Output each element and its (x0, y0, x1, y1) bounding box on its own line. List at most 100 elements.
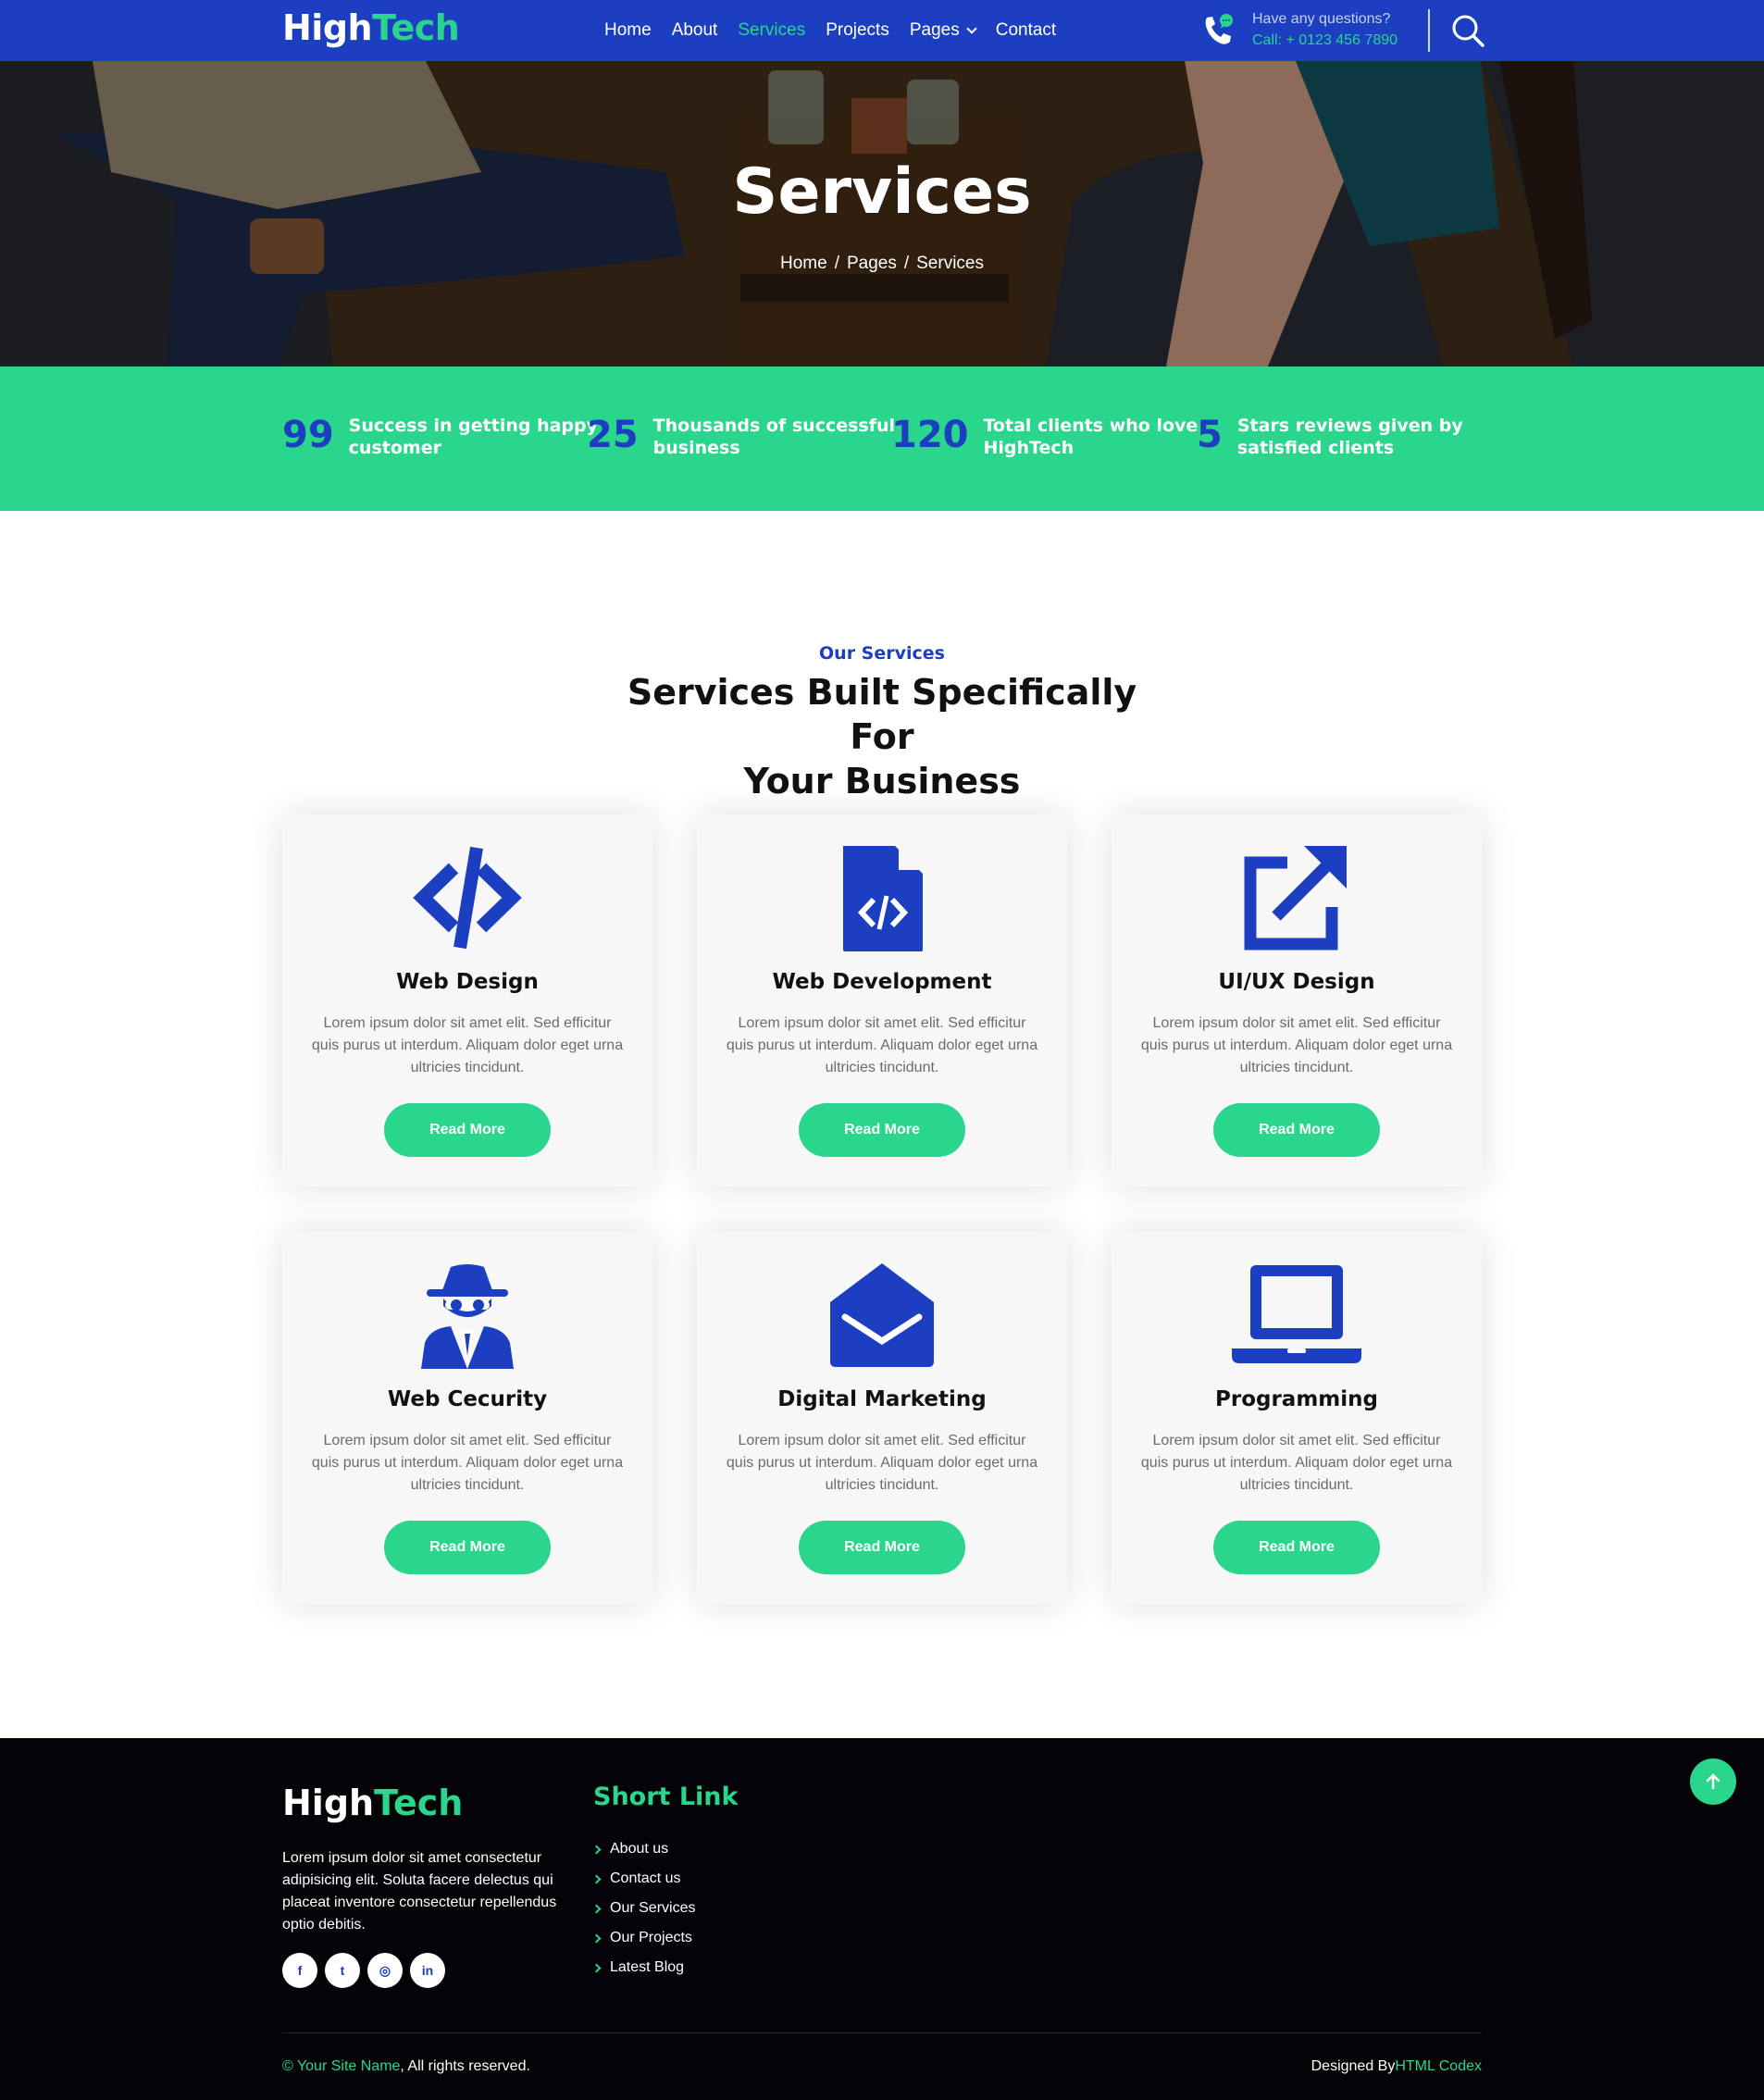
envelope-open-icon (817, 1260, 947, 1371)
arrow-up-icon (1706, 1773, 1721, 1790)
footer-link-about[interactable]: About us (591, 1834, 695, 1864)
designed-by-label: Designed By (1311, 2058, 1396, 2074)
contact-phone[interactable]: Call: + 0123 456 7890 (1252, 30, 1398, 52)
service-description: Lorem ipsum dolor sit amet elit. Sed eff… (1140, 1433, 1453, 1493)
hero-banner: Services Home / Pages / Services (0, 61, 1764, 367)
service-title: Web Cecurity (387, 1387, 548, 1411)
service-card: Web Cecurity Lorem ipsum dolor sit amet … (282, 1232, 652, 1604)
footer-link-projects[interactable]: Our Projects (591, 1923, 695, 1953)
service-description: Lorem ipsum dolor sit amet elit. Sed eff… (311, 1015, 624, 1075)
stat-item: 5 Stars reviews given by satisfied client… (1197, 415, 1463, 459)
spy-icon (403, 1260, 532, 1371)
external-link-icon (1232, 842, 1361, 953)
service-title: UI/UX Design (1218, 970, 1375, 994)
stat-item: 120 Total clients who love HighTech (891, 415, 1198, 459)
brand-logo-part2: Tech (372, 7, 460, 48)
footer-link-blog[interactable]: Latest Blog (591, 1953, 695, 1982)
contact-question: Have any questions? (1252, 11, 1391, 27)
nav-menu: Home About Services Projects Pages Conta… (604, 19, 1076, 43)
section-title: Services Built Specifically For Your Bus… (627, 672, 1137, 801)
search-icon[interactable] (1450, 13, 1485, 48)
stat-number: 5 (1197, 414, 1223, 456)
footer-link-services[interactable]: Our Services (591, 1894, 695, 1923)
footer-divider (282, 2032, 1482, 2033)
chevron-right-icon (591, 1845, 602, 1854)
stat-text: Stars reviews given by satisfied clients (1236, 416, 1463, 458)
phone-chat-icon (1199, 10, 1239, 51)
stats-bar: 99 Success in getting happy customer 25 T… (0, 367, 1764, 511)
footer: HighTech Lorem ipsum dolor sit amet cons… (0, 1738, 1764, 2100)
laptop-icon (1232, 1260, 1361, 1371)
service-card: Digital Marketing Lorem ipsum dolor sit … (697, 1232, 1067, 1604)
service-title: Digital Marketing (777, 1387, 987, 1411)
chevron-right-icon (591, 1904, 602, 1913)
page-title: Services (732, 155, 1032, 229)
service-description: Lorem ipsum dolor sit amet elit. Sed eff… (726, 1433, 1038, 1493)
nav-item-services[interactable]: Services (738, 19, 805, 43)
stat-number: 99 (282, 414, 334, 456)
stat-number: 120 (891, 414, 969, 456)
short-link-list: About us Contact us Our Services Our Pro… (591, 1834, 695, 1982)
site-name-link[interactable]: © Your Site Name (282, 2058, 400, 2074)
brand-logo-part1: High (282, 7, 373, 48)
nav-item-home[interactable]: Home (604, 19, 652, 43)
social-links: f t ◎ in (282, 1953, 445, 1988)
code-icon (403, 842, 532, 953)
stat-item: 25 Thousands of successful business (587, 415, 895, 459)
chevron-down-icon (966, 22, 977, 34)
chevron-right-icon (591, 1963, 602, 1972)
contact-block: Have any questions? Call: + 0123 456 789… (1199, 9, 1398, 52)
footer-description: Lorem ipsum dolor sit amet consectetur a… (282, 1850, 557, 1932)
section-subtitle: Our Services (819, 643, 945, 664)
footer-logo[interactable]: HighTech (282, 1783, 463, 1823)
instagram-icon[interactable]: ◎ (367, 1953, 403, 1988)
read-more-button[interactable]: Read More (799, 1103, 965, 1157)
breadcrumb-separator: / (834, 254, 839, 273)
nav-item-contact[interactable]: Contact (996, 19, 1056, 43)
service-description: Lorem ipsum dolor sit amet elit. Sed eff… (311, 1433, 624, 1493)
service-card: Web Design Lorem ipsum dolor sit amet el… (282, 814, 652, 1187)
read-more-button[interactable]: Read More (384, 1521, 551, 1574)
footer-logo-part1: High (282, 1783, 375, 1823)
file-code-icon (817, 842, 947, 953)
service-title: Web Development (772, 970, 992, 994)
designed-by: Designed ByHTML Codex (1311, 2058, 1482, 2075)
back-to-top-button[interactable] (1690, 1758, 1736, 1805)
service-card: UI/UX Design Lorem ipsum dolor sit amet … (1112, 814, 1482, 1187)
read-more-button[interactable]: Read More (1213, 1103, 1380, 1157)
brand-logo[interactable]: HighTech (282, 6, 460, 50)
nav-item-pages-label: Pages (909, 20, 960, 40)
breadcrumb-separator: / (903, 254, 910, 273)
service-title: Web Design (396, 970, 539, 994)
read-more-button[interactable]: Read More (1213, 1521, 1380, 1574)
read-more-button[interactable]: Read More (384, 1103, 551, 1157)
service-description: Lorem ipsum dolor sit amet elit. Sed eff… (726, 1015, 1038, 1075)
footer-logo-part2: Tech (374, 1783, 464, 1823)
nav-item-pages[interactable]: Pages (909, 19, 977, 43)
breadcrumb-home[interactable]: Home (780, 254, 827, 273)
stat-text: Total clients who love HighTech (983, 416, 1199, 458)
service-card: Programming Lorem ipsum dolor sit amet e… (1112, 1232, 1482, 1604)
stat-item: 99 Success in getting happy customer (282, 415, 598, 459)
linkedin-icon[interactable]: in (410, 1953, 445, 1988)
facebook-icon[interactable]: f (282, 1953, 317, 1988)
breadcrumb-current: Services (916, 254, 984, 273)
stat-text: Thousands of successful business (652, 416, 896, 458)
nav-divider (1428, 9, 1430, 52)
stat-text: Success in getting happy customer (348, 416, 599, 458)
read-more-button[interactable]: Read More (799, 1521, 965, 1574)
breadcrumb-pages[interactable]: Pages (847, 254, 897, 273)
designer-link[interactable]: HTML Codex (1395, 2058, 1482, 2074)
service-description: Lorem ipsum dolor sit amet elit. Sed eff… (1140, 1015, 1453, 1075)
breadcrumb: Home / Pages / Services (0, 254, 1764, 274)
navbar: HighTech Home About Services Projects Pa… (0, 0, 1764, 61)
twitter-icon[interactable]: t (325, 1953, 360, 1988)
short-link-heading: Short Link (593, 1783, 739, 1811)
nav-item-about[interactable]: About (672, 19, 718, 43)
footer-link-contact[interactable]: Contact us (591, 1864, 695, 1894)
chevron-right-icon (591, 1933, 602, 1943)
copyright-text: , All rights reserved. (400, 2058, 530, 2074)
stat-number: 25 (587, 414, 639, 456)
chevron-right-icon (591, 1874, 602, 1883)
nav-item-projects[interactable]: Projects (826, 19, 889, 43)
